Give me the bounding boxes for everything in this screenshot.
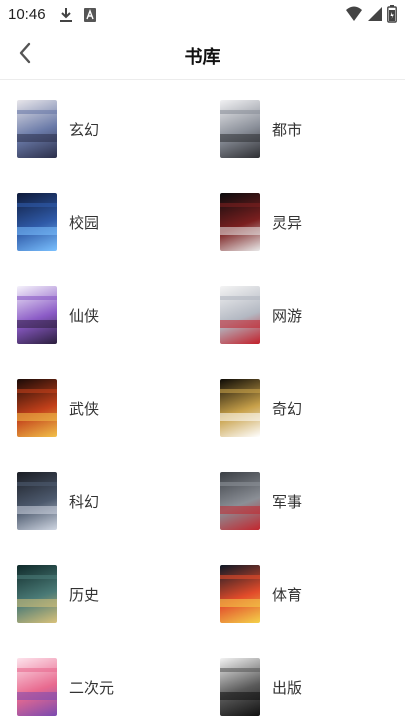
category-label: 军事 xyxy=(272,492,303,511)
category-label: 灵异 xyxy=(272,213,303,232)
category-item[interactable]: 科幻 xyxy=(17,471,197,531)
book-cover-image xyxy=(17,100,57,158)
category-item[interactable]: 体育 xyxy=(220,564,400,624)
category-item[interactable]: 二次元 xyxy=(17,657,197,717)
battery-icon xyxy=(387,5,397,27)
category-label: 体育 xyxy=(272,585,303,604)
book-cover-image xyxy=(17,658,57,716)
book-cover-image xyxy=(220,379,260,437)
book-cover-image xyxy=(17,472,57,530)
category-item[interactable]: 灵异 xyxy=(220,192,400,252)
category-item[interactable]: 网游 xyxy=(220,285,400,345)
book-cover-image xyxy=(17,286,57,344)
category-label: 校园 xyxy=(69,213,100,232)
category-item[interactable]: 出版 xyxy=(220,657,400,717)
book-cover-image xyxy=(17,193,57,251)
category-item[interactable]: 历史 xyxy=(17,564,197,624)
category-label: 武侠 xyxy=(69,399,100,418)
category-item[interactable]: 军事 xyxy=(220,471,400,531)
category-item[interactable]: 奇幻 xyxy=(220,378,400,438)
category-item[interactable]: 武侠 xyxy=(17,378,197,438)
book-cover-image xyxy=(220,658,260,716)
category-label: 二次元 xyxy=(69,678,115,697)
category-label: 奇幻 xyxy=(272,399,303,418)
category-item[interactable]: 校园 xyxy=(17,192,197,252)
category-label: 玄幻 xyxy=(69,120,100,139)
category-label: 历史 xyxy=(69,585,100,604)
category-label: 科幻 xyxy=(69,492,100,511)
category-item[interactable]: 玄幻 xyxy=(17,99,197,159)
status-bar: 10:46 xyxy=(0,0,405,30)
book-cover-image xyxy=(17,379,57,437)
book-cover-image xyxy=(220,100,260,158)
book-cover-image xyxy=(17,565,57,623)
signal-icon xyxy=(367,6,383,26)
book-cover-image xyxy=(220,565,260,623)
download-icon xyxy=(58,6,74,28)
category-label: 仙侠 xyxy=(69,306,100,325)
book-cover-image xyxy=(220,286,260,344)
wifi-icon xyxy=(345,6,363,26)
header: 书库 xyxy=(0,30,405,80)
page-title: 书库 xyxy=(184,47,221,68)
category-item[interactable]: 都市 xyxy=(220,99,400,159)
book-cover-image xyxy=(220,472,260,530)
a-box-icon xyxy=(82,6,98,28)
category-label: 出版 xyxy=(272,678,303,697)
category-label: 都市 xyxy=(272,120,303,139)
book-cover-image xyxy=(220,193,260,251)
status-time: 10:46 xyxy=(8,6,46,23)
category-item[interactable]: 仙侠 xyxy=(17,285,197,345)
category-label: 网游 xyxy=(272,306,303,325)
